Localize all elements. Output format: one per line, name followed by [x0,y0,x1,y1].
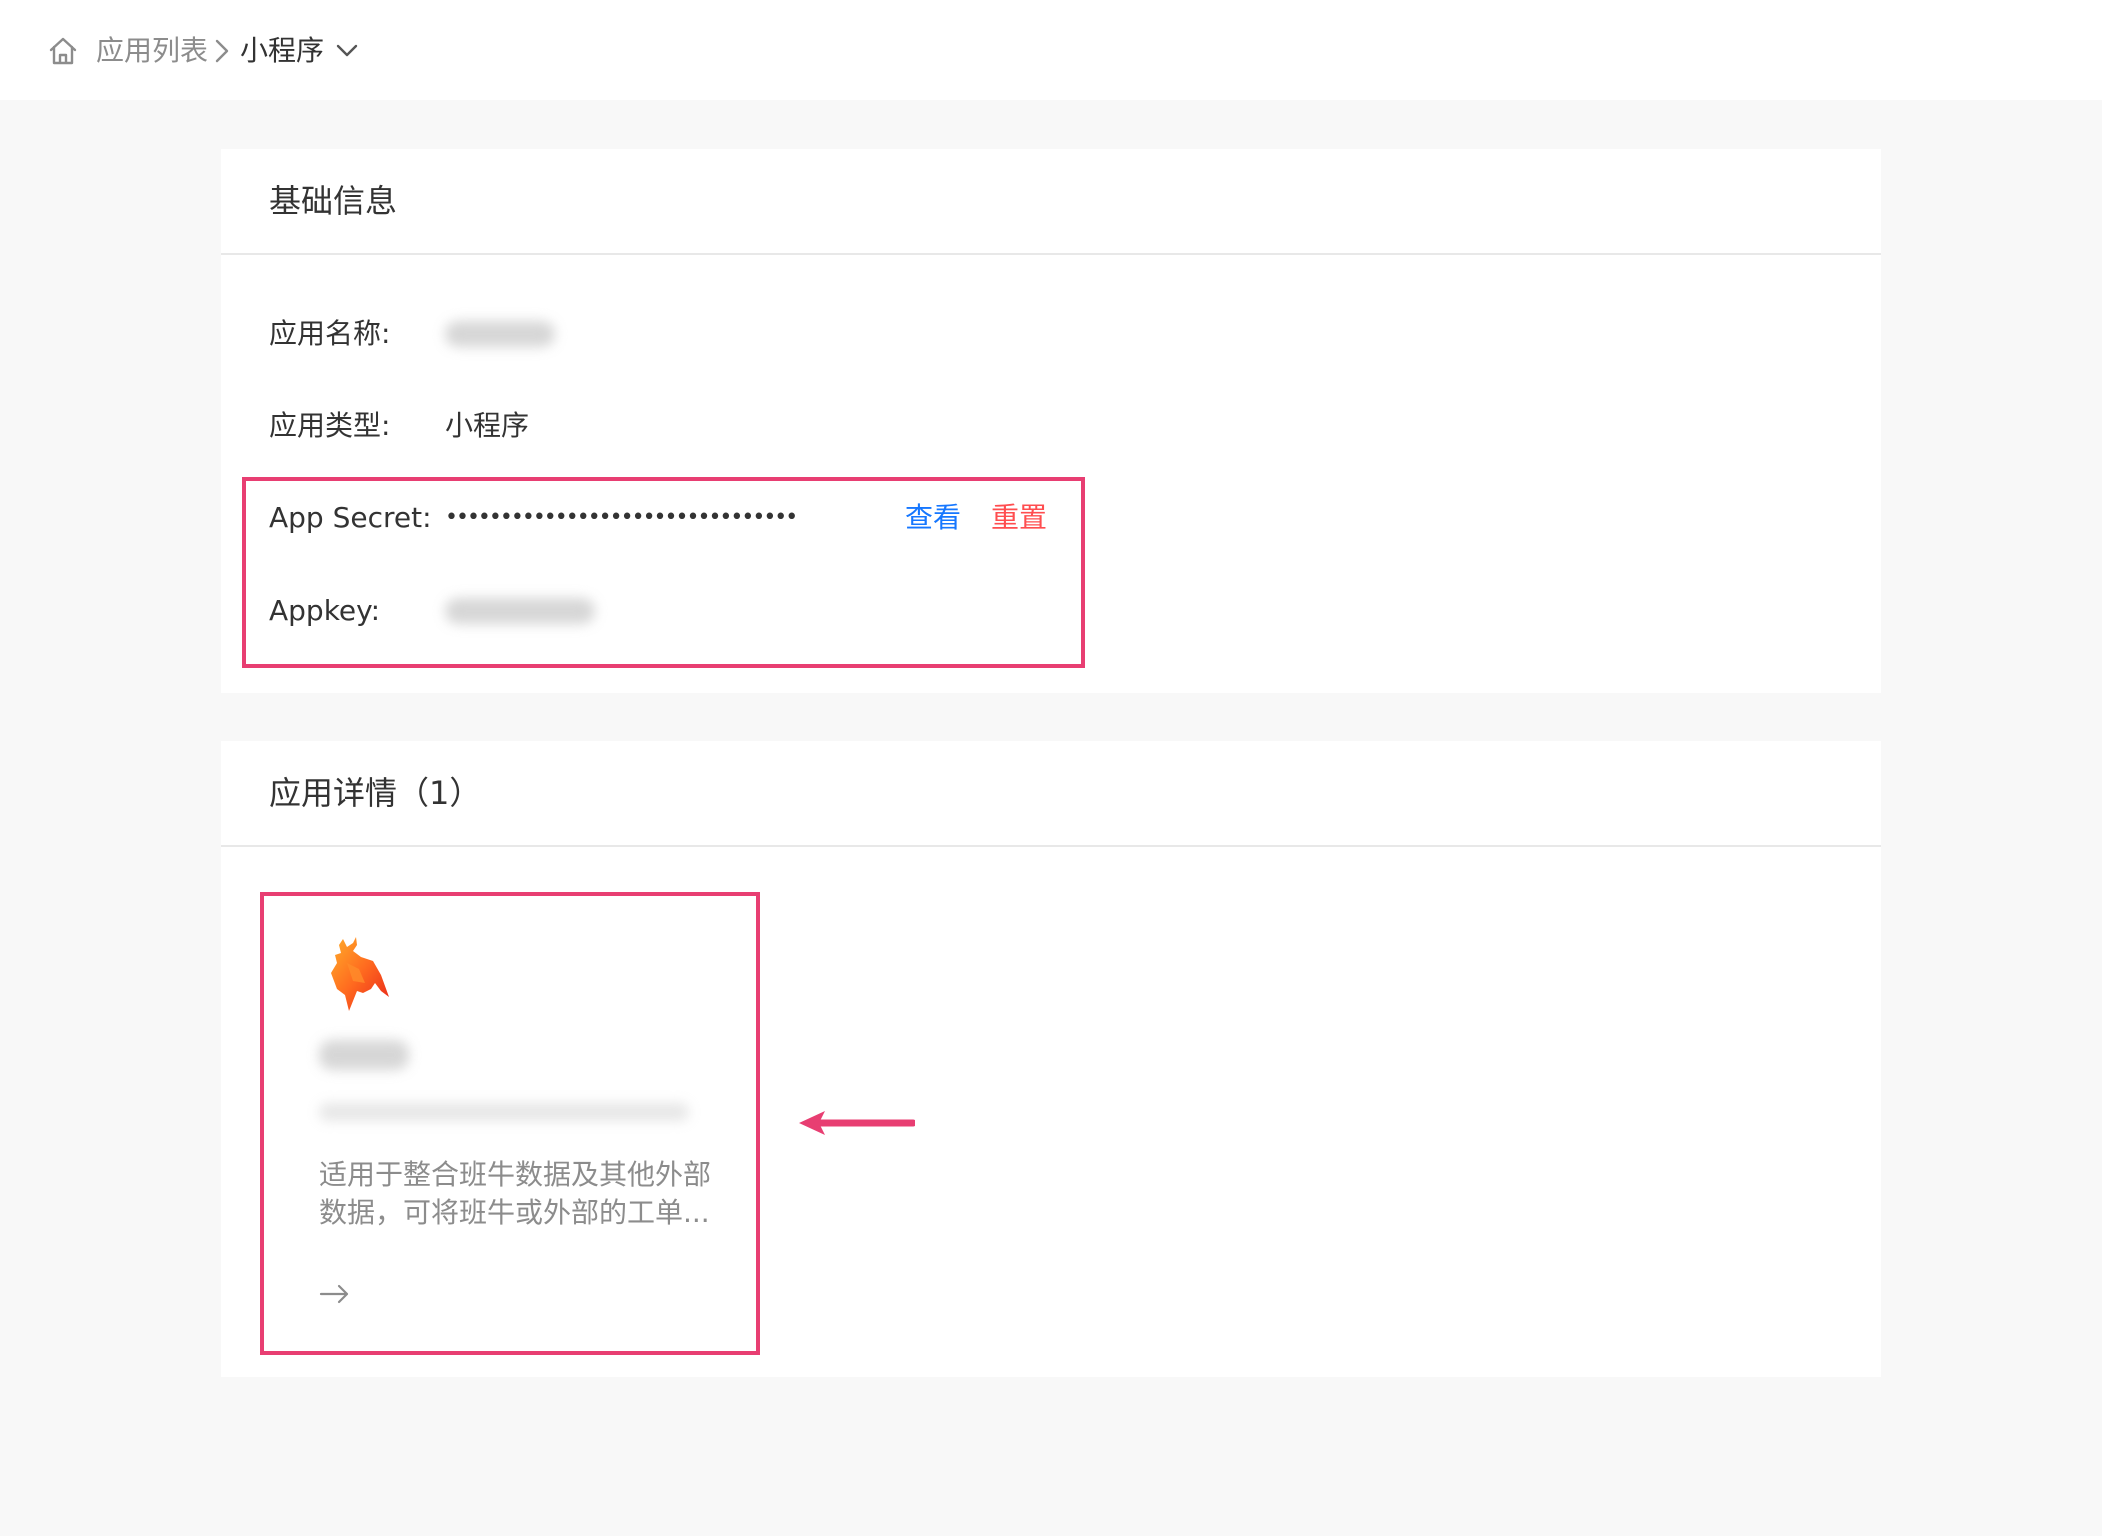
app-item-description: 适用于整合班牛数据及其他外部 数据，可将班牛或外部的工单... [319,1156,739,1232]
app-detail-title: 应用详情（1） [269,774,482,812]
breadcrumb-app-list[interactable]: 应用列表 [96,31,208,71]
reset-secret-button[interactable]: 重置 [991,498,1047,538]
chevron-right-icon [215,39,229,63]
app-item-description-line-2: 数据，可将班牛或外部的工单... [319,1196,710,1229]
basic-info-header: 基础信息 [221,149,1881,255]
app-item-name-hidden [319,1040,409,1070]
app-detail-header: 应用详情（1） [221,741,1881,847]
app-item-subtitle-hidden [319,1103,689,1121]
app-secret-label: App Secret: [269,501,432,534]
appkey-value-hidden [445,598,595,624]
breadcrumb-current[interactable]: 小程序 [240,31,324,71]
appkey-label: Appkey: [269,594,381,627]
view-secret-button[interactable]: 查看 [905,498,961,538]
app-detail-card: 应用详情（1） 适用于整合班牛数据及其他外部 数据，可将班牛或外部的工单... [221,741,1881,1377]
pointer-arrow-icon [799,1111,915,1135]
app-type-value: 小程序 [445,409,530,442]
content-area: 基础信息 应用名称: 应用类型: 小程序 App Secret: •••••••… [0,100,2102,1536]
arrow-right-icon[interactable] [319,1283,351,1305]
app-item-card[interactable]: 适用于整合班牛数据及其他外部 数据，可将班牛或外部的工单... [260,892,760,1355]
breadcrumb-bar: 应用列表 小程序 [0,0,2102,100]
chevron-down-icon[interactable] [336,44,358,58]
app-type-label: 应用类型: [269,409,391,442]
bull-logo-icon [331,937,389,1011]
app-item-description-line-1: 适用于整合班牛数据及其他外部 [319,1158,712,1191]
app-secret-value: •••••••••••••••••••••••••••••••• [445,505,798,530]
app-name-value-hidden [445,321,555,347]
basic-info-title: 基础信息 [269,182,398,220]
basic-info-card: 基础信息 应用名称: 应用类型: 小程序 App Secret: •••••••… [221,149,1881,693]
app-name-label: 应用名称: [269,317,391,350]
home-icon[interactable] [48,36,78,66]
